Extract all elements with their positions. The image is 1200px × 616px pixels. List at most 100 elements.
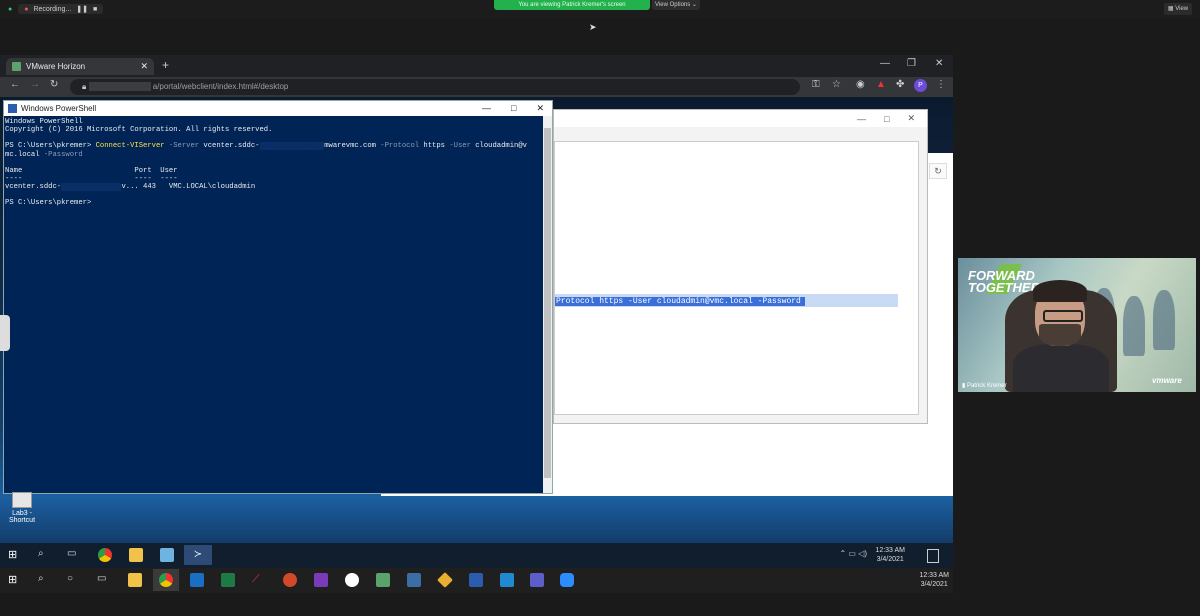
- vscode-icon[interactable]: [500, 573, 514, 587]
- table-header: Name Port User: [5, 166, 178, 175]
- puzzle-icon[interactable]: ✤: [896, 79, 904, 90]
- forward-icon[interactable]: →: [30, 79, 40, 90]
- powershell-taskbar-icon[interactable]: ≻: [184, 545, 212, 565]
- bg-restore-icon[interactable]: □: [884, 114, 889, 124]
- param-password: -Password: [39, 150, 83, 159]
- slack-icon[interactable]: [345, 573, 359, 587]
- presenter-beard: [1039, 324, 1081, 346]
- powershell-titlebar[interactable]: Windows PowerShell — □ ✕: [4, 101, 552, 116]
- terminal-output[interactable]: Windows PowerShell Copyright (C) 2016 Mic…: [4, 116, 552, 208]
- recording-pill[interactable]: ● Recording... ❚❚ ■: [18, 4, 104, 14]
- tray-icons[interactable]: ⌃ ▭ ◁): [839, 549, 867, 558]
- file-explorer-icon[interactable]: [128, 573, 142, 587]
- selected-text: Protocol https -User cloudadmin@vmc.loca…: [555, 297, 805, 306]
- restore-icon[interactable]: ❐: [907, 58, 916, 69]
- selected-text-row[interactable]: Protocol https -User cloudadmin@vmc.loca…: [555, 294, 898, 307]
- view-button[interactable]: ▦ View: [1164, 3, 1192, 15]
- webcam-video[interactable]: FORWARD TOGETHER ▮ Patrick Kremer vmware: [958, 258, 1196, 392]
- star-icon[interactable]: ☆: [832, 79, 841, 90]
- view-options-label: View Options: [655, 2, 691, 8]
- address-bar[interactable]: 🔒︎ a/portal/webclient/index.html#/deskto…: [70, 79, 800, 95]
- menu-icon[interactable]: ⋮: [936, 79, 946, 90]
- extension-icon[interactable]: ◉: [856, 79, 865, 90]
- refresh-icon[interactable]: ↻: [929, 163, 947, 179]
- windows-start-icon[interactable]: ⊞: [8, 573, 22, 587]
- teams-icon[interactable]: [530, 573, 544, 587]
- tab-vmware-horizon[interactable]: VMware Horizon ✕: [6, 58, 154, 75]
- horizon-icon[interactable]: [376, 573, 390, 587]
- cursor-icon: ➤: [589, 22, 597, 32]
- back-icon[interactable]: ←: [10, 79, 20, 90]
- scrollbar-thumb[interactable]: [544, 128, 551, 478]
- side-handle[interactable]: [0, 315, 10, 351]
- protocol-value: https: [419, 142, 445, 151]
- inner-taskbar: ⊞ ⌕ ▭ ≻ ⌃ ▭ ◁) 12:33 AM 3/4/2021: [0, 543, 953, 568]
- recording-indicator: ● ● Recording... ❚❚ ■: [8, 3, 104, 15]
- participant-name: ▮ Patrick Kremer: [962, 383, 1007, 389]
- view-options-button[interactable]: View Options ⌄: [652, 0, 700, 10]
- bg-close-icon[interactable]: ✕: [907, 113, 915, 124]
- scrollbar[interactable]: [543, 116, 552, 493]
- search-icon[interactable]: ⌕: [38, 573, 52, 587]
- term-line: PS C:\Users\pkremer>: [5, 199, 92, 208]
- minimize-icon[interactable]: —: [880, 58, 890, 69]
- powershell-icon: [8, 104, 17, 113]
- table-row: vcenter.sddc-xxxxxxxxxxxxxxv... 443 VMC.…: [5, 183, 552, 192]
- profile-avatar[interactable]: P: [914, 79, 927, 92]
- background-figure: [1153, 290, 1175, 350]
- app-icon[interactable]: [160, 548, 174, 562]
- pdf-extension-icon[interactable]: ▲: [876, 79, 886, 90]
- task-view-icon[interactable]: ▭: [67, 548, 81, 562]
- notification-icon[interactable]: [927, 549, 939, 563]
- reload-icon[interactable]: ↻: [50, 79, 58, 90]
- powerpoint-icon[interactable]: [283, 573, 297, 587]
- ps-close-icon[interactable]: ✕: [536, 103, 544, 114]
- new-tab-icon[interactable]: +: [162, 58, 169, 72]
- browser-window: VMware Horizon ✕ + — ❐ ✕ ← → ↻ 🔒︎ a/port…: [0, 55, 953, 97]
- windows-start-icon[interactable]: ⊞: [8, 548, 22, 562]
- background-window: — □ ✕ Protocol https -User cloudadmin@vm…: [553, 109, 928, 424]
- shortcut-icon: [12, 492, 32, 508]
- chrome-icon[interactable]: [98, 548, 112, 562]
- user-value-cont: mc.local: [5, 150, 40, 159]
- search-icon[interactable]: ⌕: [38, 548, 52, 562]
- key-icon[interactable]: ⚿: [812, 79, 820, 90]
- inner-date: 3/4/2021: [876, 556, 904, 563]
- cortana-icon[interactable]: ○: [67, 573, 81, 587]
- view-label: View: [1175, 6, 1189, 12]
- ps-maximize-icon[interactable]: □: [511, 103, 516, 114]
- inner-clock[interactable]: 12:33 AM 3/4/2021: [875, 546, 905, 564]
- cloud-icon: ●: [24, 5, 29, 13]
- network-icon[interactable]: [407, 573, 421, 587]
- close-icon[interactable]: ✕: [935, 58, 943, 69]
- desktop-shortcut[interactable]: Lab3 - Shortcut: [2, 492, 42, 524]
- zoom-icon[interactable]: [560, 573, 574, 587]
- param-protocol: -Protocol: [375, 142, 420, 151]
- tab-title: VMware Horizon: [26, 62, 86, 71]
- shield-icon: ●: [8, 5, 13, 13]
- address-text: a/portal/webclient/index.html#/desktop: [152, 82, 289, 91]
- stop-icon[interactable]: ■: [93, 6, 97, 13]
- editor-area[interactable]: Protocol https -User cloudadmin@vmc.loca…: [554, 141, 919, 415]
- user-value: cloudadmin@v: [470, 142, 527, 151]
- app-icon[interactable]: ⟋: [252, 573, 266, 587]
- remote-desktop: ↻ — □ ✕ Protocol https -User cloudadmin@…: [0, 97, 953, 568]
- powershell-window[interactable]: Windows PowerShell — □ ✕ Windows PowerSh…: [3, 100, 553, 494]
- task-view-icon[interactable]: ▭: [97, 573, 111, 587]
- term-command-line: PS C:\Users\pkremer> Connect-VIServer -S…: [5, 142, 552, 151]
- outlook-icon[interactable]: [190, 573, 204, 587]
- presenter-body: [1013, 344, 1109, 392]
- bg-minimize-icon[interactable]: —: [857, 114, 866, 124]
- onenote-icon[interactable]: [314, 573, 328, 587]
- file-explorer-icon[interactable]: [129, 548, 143, 562]
- ps-minimize-icon[interactable]: —: [482, 103, 491, 114]
- powershell-icon[interactable]: [469, 573, 483, 587]
- close-tab-icon[interactable]: ✕: [140, 61, 148, 72]
- zoom-toolbar: ● ● Recording... ❚❚ ■ You are viewing Pa…: [0, 0, 1200, 32]
- excel-icon[interactable]: [221, 573, 235, 587]
- pause-icon[interactable]: ❚❚: [76, 5, 88, 13]
- outer-date: 3/4/2021: [920, 581, 948, 588]
- outer-clock[interactable]: 12:33 AM 3/4/2021: [919, 571, 949, 589]
- app-diamond-icon[interactable]: [437, 572, 453, 588]
- presenter: [1005, 280, 1117, 392]
